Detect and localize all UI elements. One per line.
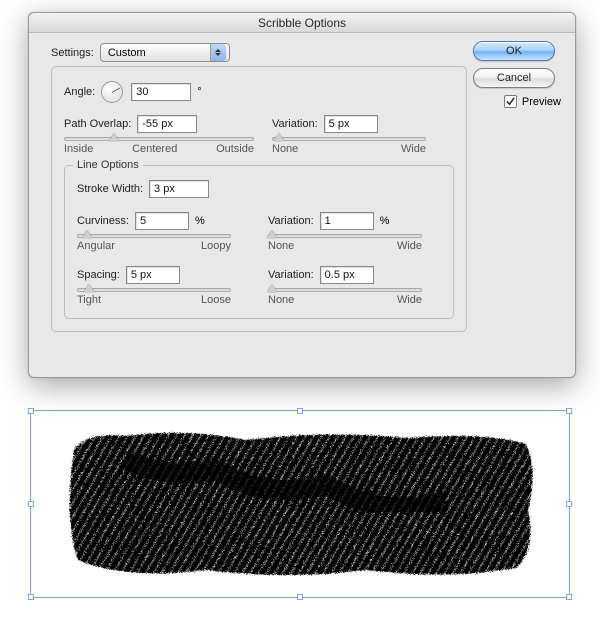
resize-handle[interactable] bbox=[297, 408, 303, 414]
spacing-variation-input[interactable] bbox=[320, 266, 374, 284]
resize-handle[interactable] bbox=[28, 594, 34, 600]
resize-handle[interactable] bbox=[297, 594, 303, 600]
cancel-button[interactable]: Cancel bbox=[473, 68, 555, 88]
resize-handle[interactable] bbox=[566, 594, 572, 600]
path-overlap-slider[interactable]: Inside Centered Outside bbox=[64, 137, 254, 155]
preview-label: Preview bbox=[522, 96, 561, 108]
curv-variation-input[interactable] bbox=[320, 212, 374, 230]
curviness-slider[interactable]: Angular Loopy bbox=[77, 234, 231, 252]
settings-dropdown[interactable]: Custom bbox=[100, 43, 230, 62]
spacing-slider[interactable]: Tight Loose bbox=[77, 288, 231, 306]
main-options-group: Angle: ° Path Overlap: I bbox=[51, 66, 467, 332]
path-overlap-input[interactable] bbox=[137, 115, 197, 133]
settings-label: Settings: bbox=[51, 47, 94, 59]
ok-button[interactable]: OK bbox=[473, 41, 555, 61]
curv-variation-label: Variation: bbox=[268, 215, 314, 227]
angle-label: Angle: bbox=[64, 86, 95, 98]
checkmark-icon bbox=[505, 96, 516, 107]
chevron-updown-icon bbox=[210, 44, 226, 61]
curviness-label: Curviness: bbox=[77, 215, 129, 227]
curv-variation-unit: % bbox=[380, 215, 390, 227]
settings-value: Custom bbox=[108, 47, 146, 59]
path-variation-input[interactable] bbox=[324, 115, 378, 133]
stroke-width-label: Stroke Width: bbox=[77, 183, 143, 195]
spacing-variation-slider[interactable]: None Wide bbox=[268, 288, 422, 306]
stroke-width-input[interactable] bbox=[149, 180, 209, 198]
path-variation-label: Variation: bbox=[272, 118, 318, 130]
resize-handle[interactable] bbox=[28, 408, 34, 414]
resize-handle[interactable] bbox=[28, 501, 34, 507]
scribble-options-dialog: Scribble Options Settings: Custom Angle:… bbox=[28, 12, 576, 378]
angle-input[interactable] bbox=[131, 83, 191, 101]
resize-handle[interactable] bbox=[566, 408, 572, 414]
line-options-group: Line Options Stroke Width: Curviness: % bbox=[64, 165, 454, 319]
dialog-title: Scribble Options bbox=[29, 13, 575, 33]
path-variation-slider[interactable]: None Wide bbox=[272, 137, 426, 155]
scribble-effect-shape[interactable] bbox=[66, 430, 536, 578]
path-overlap-label: Path Overlap: bbox=[64, 118, 131, 130]
curv-variation-slider[interactable]: None Wide bbox=[268, 234, 422, 252]
angle-dial[interactable] bbox=[101, 81, 123, 103]
curviness-unit: % bbox=[195, 215, 205, 227]
preview-checkbox[interactable] bbox=[504, 95, 517, 108]
line-options-legend: Line Options bbox=[73, 159, 143, 171]
artboard-preview bbox=[30, 410, 570, 600]
spacing-input[interactable] bbox=[126, 266, 180, 284]
curviness-input[interactable] bbox=[135, 212, 189, 230]
spacing-label: Spacing: bbox=[77, 269, 120, 281]
angle-unit: ° bbox=[197, 86, 201, 98]
spacing-variation-label: Variation: bbox=[268, 269, 314, 281]
resize-handle[interactable] bbox=[566, 501, 572, 507]
